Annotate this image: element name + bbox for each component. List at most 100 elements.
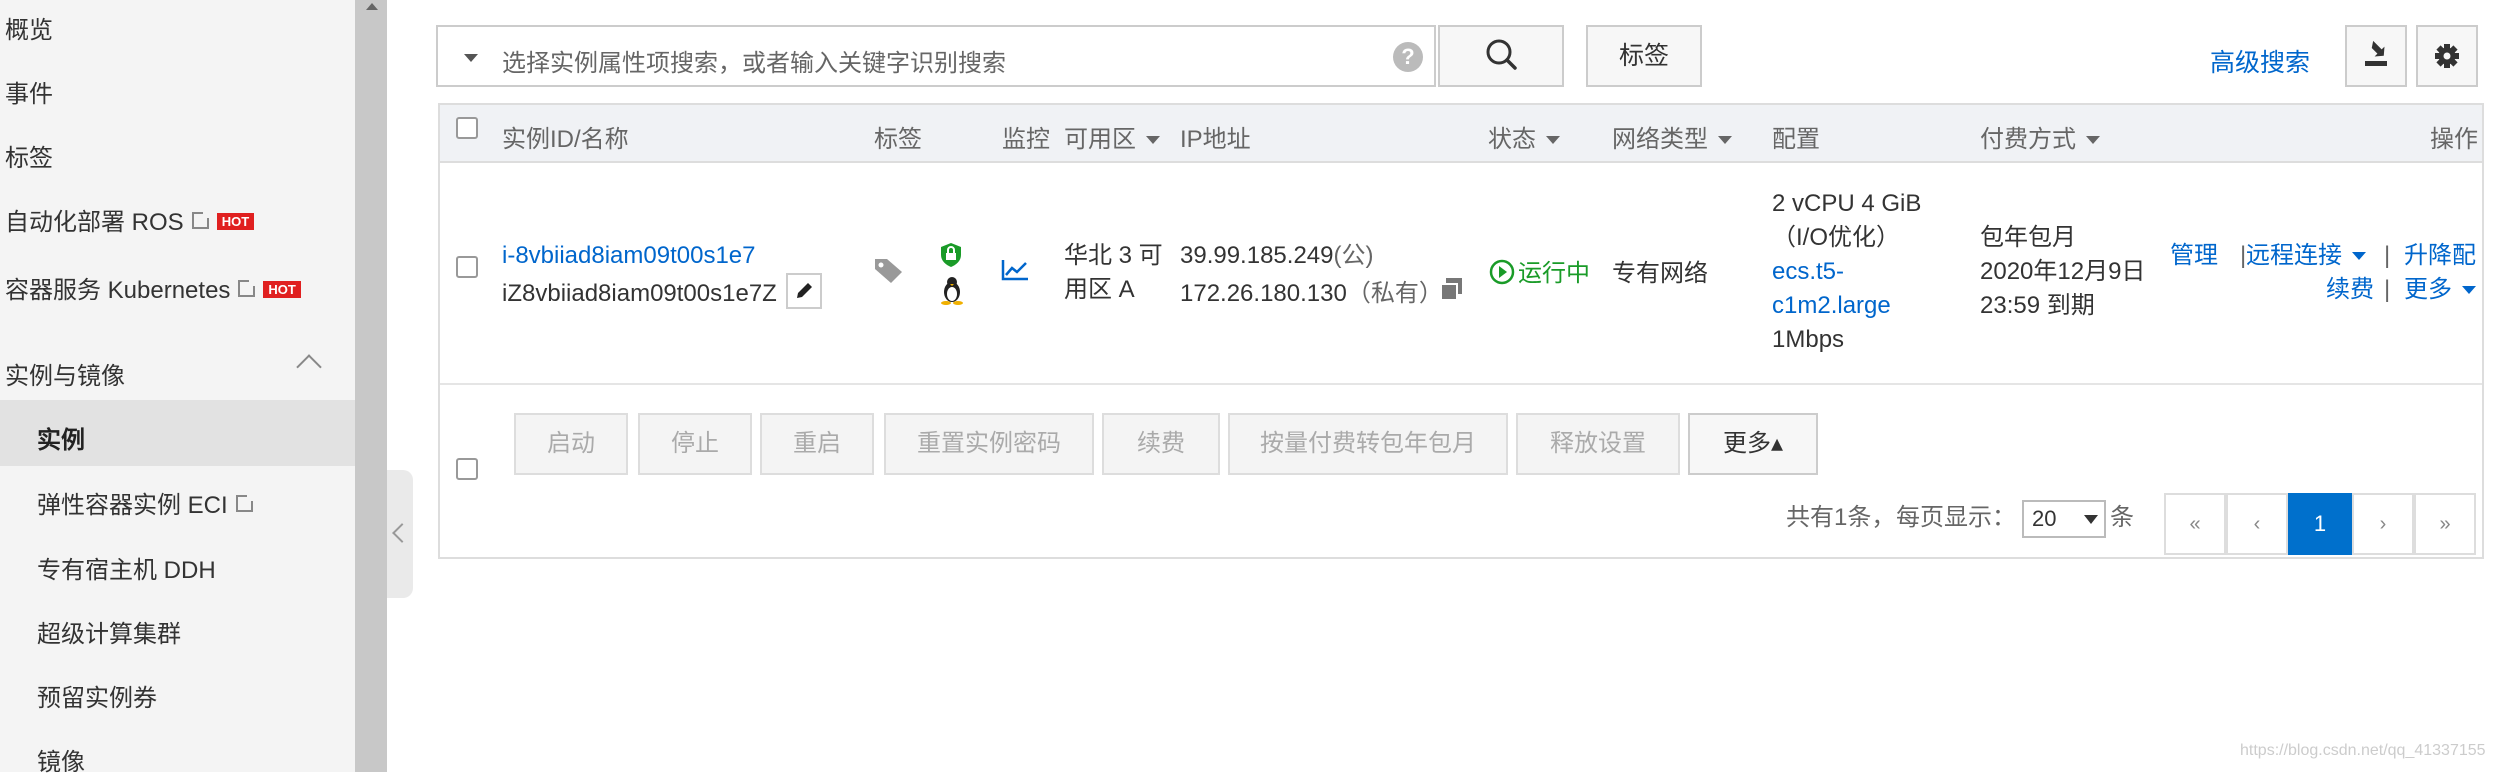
col-monitor: 监控 bbox=[1002, 126, 1050, 153]
col-billing[interactable]: 付费方式 bbox=[1980, 119, 2100, 154]
monitor-chart-icon[interactable] bbox=[1000, 257, 1030, 283]
config-spec-link[interactable]: ecs.t5- bbox=[1772, 255, 1844, 289]
col-network[interactable]: 网络类型 bbox=[1612, 119, 1732, 154]
stop-button[interactable]: 停止 bbox=[638, 413, 752, 475]
hot-badge: HOT bbox=[216, 213, 255, 230]
release-settings-button[interactable]: 释放设置 bbox=[1516, 413, 1680, 475]
page-size-select[interactable]: 20 bbox=[2022, 500, 2106, 538]
first-page-button[interactable]: « bbox=[2164, 493, 2226, 555]
caret-down-icon bbox=[2462, 286, 2476, 294]
reset-password-button[interactable]: 重置实例密码 bbox=[884, 413, 1094, 475]
caret-down-icon bbox=[2084, 515, 2098, 524]
scroll-up-icon[interactable] bbox=[366, 3, 378, 10]
select-all-checkbox[interactable] bbox=[456, 117, 478, 139]
chevron-up-icon[interactable] bbox=[296, 354, 322, 380]
batch-select-checkbox[interactable] bbox=[456, 458, 478, 480]
billing-expire: 23:59 到期 bbox=[1980, 292, 2095, 319]
search-button[interactable] bbox=[1438, 25, 1564, 87]
config-spec-link-cont[interactable]: c1m2.large bbox=[1772, 289, 1891, 323]
config-bandwidth: 1Mbps bbox=[1772, 326, 1845, 353]
search-input[interactable]: 选择实例属性项搜索，或者输入关键字识别搜索 ? bbox=[436, 25, 1436, 87]
config-cpu-mem: 2 vCPU 4 GiB bbox=[1772, 190, 1922, 217]
start-button[interactable]: 启动 bbox=[514, 413, 628, 475]
private-ip: 172.26.180.130（私有） bbox=[1180, 280, 1443, 307]
billing-date: 2020年12月9日 bbox=[1980, 258, 2146, 285]
sidebar-item-tags[interactable]: 标签 bbox=[5, 138, 53, 173]
external-link-icon bbox=[238, 278, 258, 297]
instance-id-link[interactable]: i-8vbiiad8iam09t00s1e7 bbox=[502, 239, 756, 273]
sidebar-item-kubernetes[interactable]: 容器服务 Kubernetes HOT bbox=[5, 270, 301, 305]
page-1-button[interactable]: 1 bbox=[2288, 493, 2352, 555]
caret-down-icon bbox=[2352, 252, 2366, 260]
caret-down-icon bbox=[1718, 136, 1732, 144]
tag-icon[interactable] bbox=[872, 255, 906, 285]
more-actions-button[interactable]: 更多▴ bbox=[1688, 413, 1818, 475]
sidebar-item-overview[interactable]: 概览 bbox=[5, 10, 53, 45]
batch-actions: 启动 停止 重启 重置实例密码 续费 按量付费转包年包月 释放设置 更多▴ 共有… bbox=[440, 385, 2482, 559]
network-type: 专有网络 bbox=[1612, 260, 1708, 287]
table-row: i-8vbiiad8iam09t00s1e7 iZ8vbiiad8iam09t0… bbox=[440, 163, 2482, 385]
sidebar-item-instances[interactable]: 实例 bbox=[37, 420, 85, 455]
renew-button[interactable]: 续费 bbox=[1102, 413, 1220, 475]
manage-link[interactable]: 管理 bbox=[2170, 239, 2218, 273]
col-tags: 标签 bbox=[874, 126, 922, 153]
next-page-button[interactable]: › bbox=[2352, 493, 2414, 555]
sidebar-scrollbar[interactable] bbox=[355, 0, 387, 772]
zone-line1: 华北 3 可 bbox=[1064, 242, 1163, 269]
prev-page-button[interactable]: ‹ bbox=[2226, 493, 2288, 555]
restart-button[interactable]: 重启 bbox=[760, 413, 874, 475]
search-placeholder: 选择实例属性项搜索，或者输入关键字识别搜索 bbox=[502, 50, 1006, 77]
help-icon[interactable]: ? bbox=[1393, 42, 1423, 72]
more-ops-link[interactable]: 更多 bbox=[2404, 273, 2476, 307]
pencil-icon bbox=[797, 283, 812, 298]
status-badge: 运行中 bbox=[1488, 257, 1590, 291]
row-checkbox[interactable] bbox=[456, 256, 478, 278]
caret-down-icon bbox=[1546, 136, 1560, 144]
col-zone[interactable]: 可用区 bbox=[1064, 119, 1160, 154]
advanced-search-link[interactable]: 高级搜索 bbox=[2210, 43, 2310, 79]
export-button[interactable] bbox=[2345, 25, 2407, 87]
sidebar-section-instances-images[interactable]: 实例与镜像 bbox=[5, 356, 125, 391]
tag-filter-button[interactable]: 标签 bbox=[1586, 25, 1702, 87]
play-circle-icon bbox=[1489, 259, 1515, 285]
external-link-icon bbox=[191, 210, 211, 229]
watermark: https://blog.csdn.net/qq_41337155 bbox=[2240, 742, 2486, 759]
hot-badge: HOT bbox=[263, 281, 301, 298]
config-io: （I/O优化） bbox=[1772, 224, 1901, 251]
per-page-label: 每页显示： bbox=[1896, 504, 2016, 531]
caret-down-icon[interactable] bbox=[464, 54, 478, 62]
total-count: 共有1条， bbox=[1786, 504, 1896, 531]
sidebar-item-scc[interactable]: 超级计算集群 bbox=[37, 614, 181, 649]
settings-button[interactable] bbox=[2416, 25, 2478, 87]
export-icon bbox=[2365, 40, 2387, 66]
chevron-left-icon bbox=[392, 523, 412, 543]
caret-down-icon bbox=[2086, 136, 2100, 144]
public-ip: 39.99.185.249(公) bbox=[1180, 242, 1374, 269]
col-id-name: 实例ID/名称 bbox=[502, 126, 629, 153]
search-icon bbox=[1486, 39, 1517, 70]
per-page-unit: 条 bbox=[2110, 504, 2134, 531]
op-separator: | bbox=[2384, 242, 2391, 269]
sidebar-item-eci[interactable]: 弹性容器实例 ECI bbox=[37, 485, 255, 520]
billing-type: 包年包月 bbox=[1980, 224, 2076, 251]
col-ip: IP地址 bbox=[1180, 126, 1251, 153]
sidebar-item-ddh[interactable]: 专有宿主机 DDH bbox=[37, 550, 216, 585]
col-status[interactable]: 状态 bbox=[1488, 119, 1560, 154]
upgrade-link[interactable]: 升降配 bbox=[2404, 239, 2476, 273]
convert-billing-button[interactable]: 按量付费转包年包月 bbox=[1228, 413, 1508, 475]
sidebar-item-reserved[interactable]: 预留实例券 bbox=[37, 678, 157, 713]
copy-icon[interactable] bbox=[1438, 275, 1466, 303]
renew-link[interactable]: 续费 bbox=[2326, 273, 2374, 307]
zone-line2: 用区 A bbox=[1064, 276, 1135, 303]
sidebar-item-ros[interactable]: 自动化部署 ROS HOT bbox=[5, 202, 255, 237]
col-config: 配置 bbox=[1772, 126, 1820, 153]
security-shield-icon[interactable] bbox=[938, 241, 964, 269]
external-link-icon bbox=[235, 493, 255, 512]
edit-name-button[interactable] bbox=[786, 273, 822, 309]
sidebar-item-events[interactable]: 事件 bbox=[5, 74, 53, 109]
remote-connect-link[interactable]: 远程连接 bbox=[2246, 239, 2366, 273]
sidebar-collapse-handle[interactable] bbox=[387, 470, 413, 598]
gear-icon bbox=[2435, 44, 2459, 68]
last-page-button[interactable]: » bbox=[2414, 493, 2476, 555]
col-ops: 操作 bbox=[2430, 126, 2478, 153]
